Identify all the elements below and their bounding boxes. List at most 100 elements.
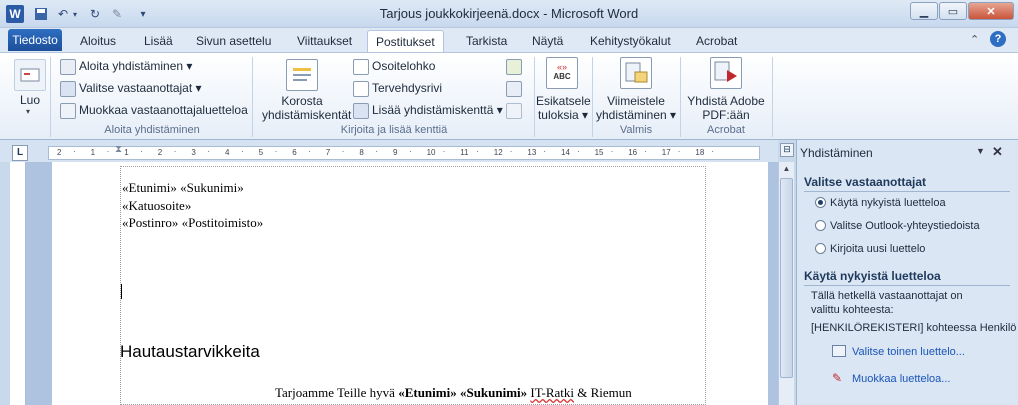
- ribbon-tabs: Aloitus Lisää Sivun asettelu Viittaukset…: [0, 28, 1018, 53]
- radio-label-outlook[interactable]: Valitse Outlook-yhteystiedoista: [830, 220, 980, 232]
- tab-kehitystyokalut[interactable]: Kehitystyökalut: [582, 30, 679, 52]
- indent-marker[interactable]: ⧗: [115, 144, 125, 160]
- pane-desc-line1: Tällä hetkellä vastaanottajat on: [811, 290, 963, 302]
- ruler-number: 12: [493, 148, 503, 157]
- tab-aloitus[interactable]: Aloitus: [72, 30, 124, 52]
- radio-label-new-list[interactable]: Kirjoita uusi luettelo: [830, 243, 925, 255]
- group-label-finish: Valmis: [619, 124, 653, 136]
- radio-outlook[interactable]: [815, 220, 826, 231]
- ruler-number: 16: [628, 148, 638, 157]
- pane-close-icon[interactable]: ✕: [992, 144, 1003, 160]
- radio-use-existing[interactable]: [815, 197, 826, 208]
- recipients-icon: [60, 81, 76, 97]
- ruler-number: 6: [292, 148, 297, 157]
- ruler-tick: ·: [577, 147, 580, 156]
- tab-lisaa[interactable]: Lisää: [136, 30, 181, 52]
- finish-merge-button[interactable]: Viimeistele yhdistäminen ▾: [596, 94, 676, 122]
- ruler-number: 1: [90, 148, 96, 157]
- ruler-tick: ·: [241, 147, 244, 156]
- ruler-number: 9: [393, 148, 398, 157]
- create-dropdown-icon[interactable]: ▾: [26, 107, 30, 116]
- body-paragraph[interactable]: Tarjoamme Teille hyvä «Etunimi» «Sukunim…: [275, 385, 632, 401]
- select-list-icon: [832, 345, 846, 357]
- preview-results-button[interactable]: Esikatsele tuloksia ▾: [536, 94, 591, 122]
- minimize-button[interactable]: ▁: [910, 2, 938, 20]
- update-labels-icon[interactable]: [506, 103, 522, 119]
- tab-tiedosto[interactable]: Tiedosto: [8, 29, 62, 51]
- highlight-fields-button[interactable]: Korosta yhdistämiskentät: [262, 94, 351, 122]
- address-block-icon: [353, 59, 369, 75]
- ruler-number: 10: [426, 148, 436, 157]
- merge-to-pdf-button[interactable]: Yhdistä Adobe PDF:ään: [684, 94, 768, 122]
- group-label-acrobat: Acrobat: [707, 124, 745, 136]
- vertical-ruler[interactable]: [10, 162, 26, 405]
- ruler-tick: ·: [509, 147, 513, 156]
- tab-tarkista[interactable]: Tarkista: [458, 30, 515, 52]
- insert-field-icon: [353, 103, 369, 119]
- ruler-tick: ·: [207, 147, 211, 156]
- greeting-line-icon: [353, 81, 369, 97]
- ruler-tick: ·: [409, 147, 412, 156]
- help-icon[interactable]: ?: [990, 31, 1006, 47]
- ruler-number: 13: [527, 148, 537, 157]
- horizontal-ruler[interactable]: 2 · 1 · 1 · 2 · 3 · 4 · 5 · 6 · 7 · 8 · 9 · 10 · 11 · 12 · 13 · 14 · 15 ·…: [48, 146, 760, 160]
- collapse-ribbon-icon[interactable]: ⌃: [970, 33, 979, 46]
- edit-recipient-list-button[interactable]: Muokkaa vastaanottajaluetteloa: [79, 103, 248, 117]
- tab-acrobat[interactable]: Acrobat: [688, 30, 745, 52]
- tab-postitukset[interactable]: Postitukset: [367, 30, 444, 53]
- scroll-up-icon[interactable]: ▲: [781, 164, 792, 176]
- close-button[interactable]: ✕: [968, 2, 1014, 20]
- ruler-tick: ·: [173, 147, 177, 156]
- tab-selector[interactable]: L: [12, 145, 28, 161]
- edit-list-icon: [60, 103, 76, 119]
- scroll-thumb[interactable]: [780, 178, 793, 378]
- ruler-number: 2: [157, 148, 163, 157]
- maximize-button[interactable]: ▭: [939, 2, 967, 20]
- match-fields-icon[interactable]: [506, 81, 522, 97]
- document-icon: [60, 59, 76, 75]
- select-another-list-link[interactable]: Valitse toinen luettelo...: [852, 346, 965, 358]
- envelope-icon[interactable]: [14, 59, 46, 91]
- create-button[interactable]: Luo: [20, 93, 40, 107]
- radio-new-list[interactable]: [815, 243, 826, 254]
- view-ruler-icon[interactable]: ⊟: [780, 143, 794, 157]
- ruler-number: 4: [225, 148, 230, 157]
- ruler-tick: ·: [442, 147, 446, 156]
- address-line-2[interactable]: «Katuosoite»: [122, 198, 191, 214]
- ruler-tick: ·: [543, 147, 547, 156]
- address-line-3[interactable]: «Postinro» «Postitoimisto»: [122, 215, 263, 231]
- ruler-number: 11: [460, 148, 469, 157]
- start-mail-merge-button[interactable]: Aloita yhdistäminen ▾: [79, 59, 192, 73]
- address-block-button[interactable]: Osoitelohko: [372, 59, 435, 73]
- ruler-tick: ·: [140, 147, 143, 156]
- pane-desc-line2: valittu kohteesta:: [811, 304, 894, 316]
- edit-list-link[interactable]: Muokkaa luetteloa...: [852, 373, 950, 385]
- text-boundary: [120, 166, 706, 405]
- address-line-1[interactable]: «Etunimi» «Sukunimi»: [122, 180, 244, 196]
- select-recipients-button[interactable]: Valitse vastaanottajat ▾: [79, 81, 202, 95]
- insert-merge-field-button[interactable]: Lisää yhdistämiskenttä ▾: [372, 103, 503, 117]
- ruler-tick: ·: [274, 147, 278, 156]
- document-heading[interactable]: Hautaustarvikkeita: [120, 342, 260, 362]
- ribbon: Luo ▾ Aloita yhdistäminen ▾ Valitse vast…: [0, 52, 1018, 140]
- rules-icon[interactable]: [506, 59, 522, 75]
- ruler-tick: ·: [106, 147, 110, 156]
- vertical-scrollbar[interactable]: ▲: [778, 162, 794, 405]
- preview-results-icon: «» ABC: [546, 57, 578, 89]
- ruler-number: 18: [695, 148, 705, 157]
- ruler-tick: ·: [711, 147, 715, 156]
- ruler-tick: ·: [308, 147, 311, 156]
- greeting-line-button[interactable]: Tervehdysrivi: [372, 81, 442, 95]
- ruler-number: 8: [359, 148, 364, 157]
- pane-menu-icon[interactable]: ▼: [976, 146, 985, 156]
- tab-viittaukset[interactable]: Viittaukset: [289, 30, 360, 52]
- ruler-number: 2: [57, 148, 62, 157]
- tab-nayta[interactable]: Näytä: [524, 30, 571, 52]
- ruler-tick: ·: [375, 147, 379, 156]
- section-use-existing: Käytä nykyistä luetteloa: [804, 269, 941, 283]
- tab-sivun-asettelu[interactable]: Sivun asettelu: [188, 30, 279, 52]
- adobe-pdf-icon: [710, 57, 742, 89]
- ruler-number: 7: [325, 148, 331, 157]
- radio-label-use-existing[interactable]: Käytä nykyistä luetteloa: [830, 197, 946, 209]
- ruler-tick: ·: [476, 147, 479, 156]
